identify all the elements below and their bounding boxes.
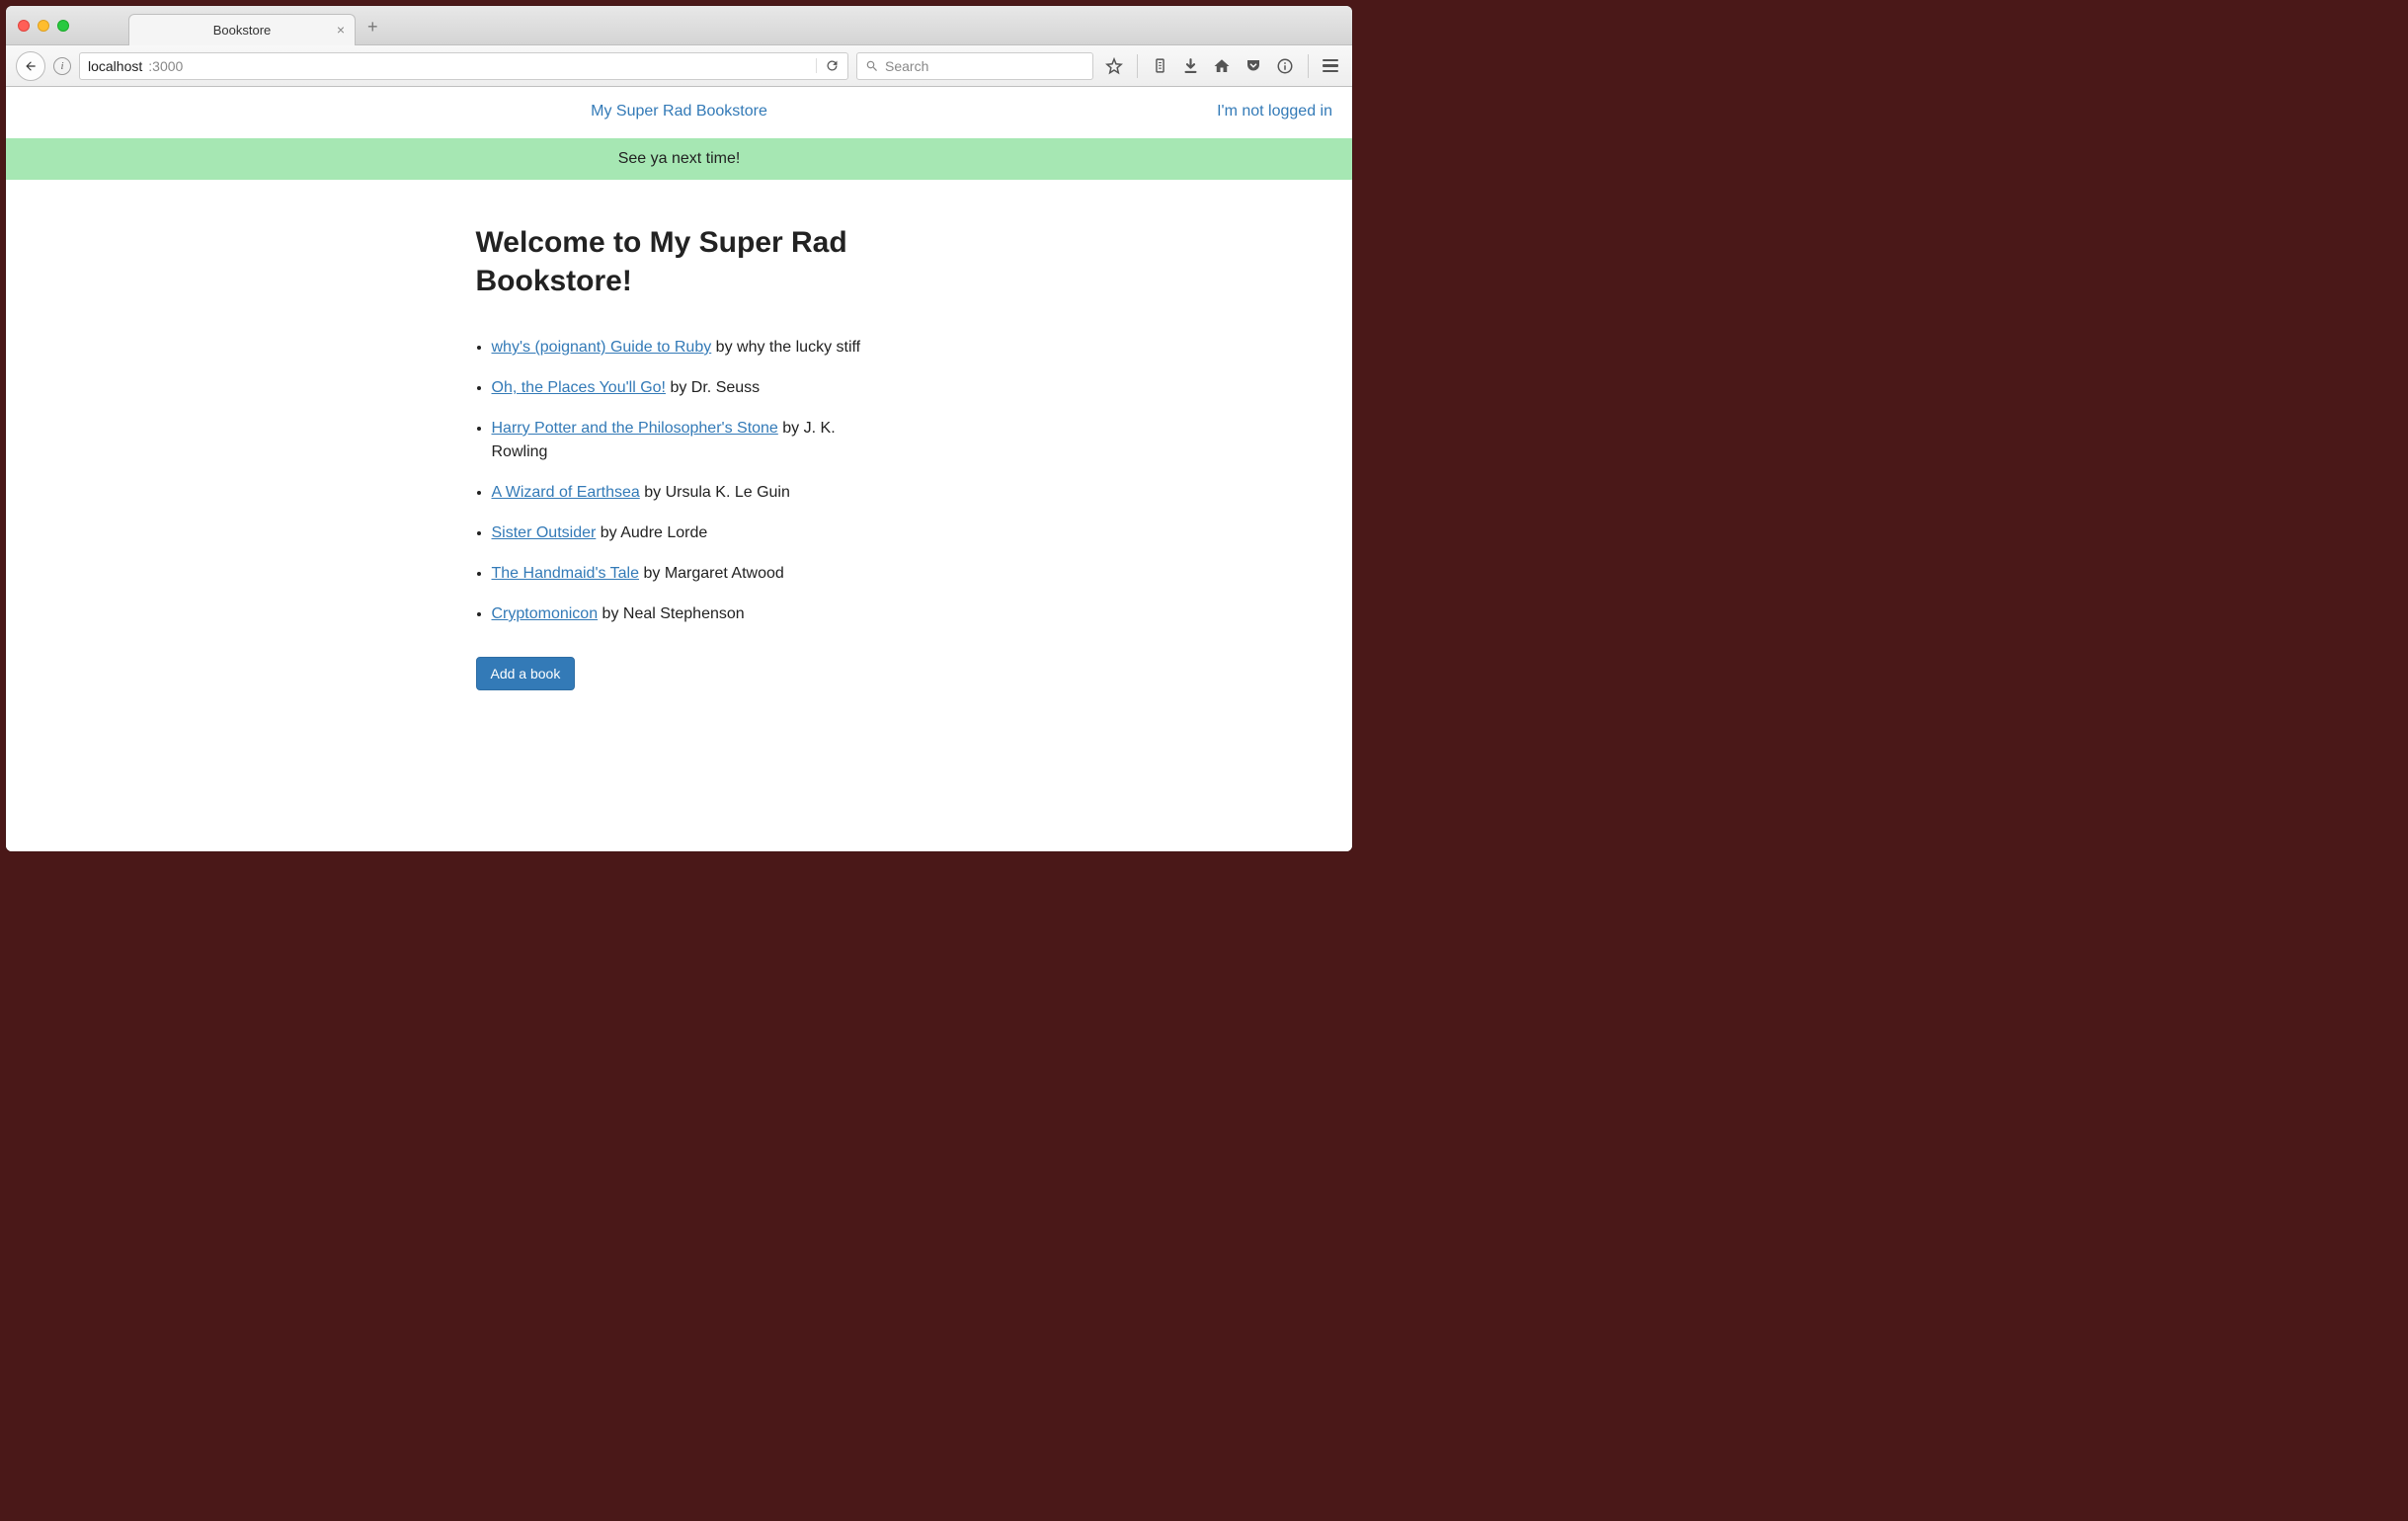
new-tab-button[interactable]: +: [367, 17, 378, 38]
brand-link[interactable]: My Super Rad Bookstore: [591, 103, 767, 120]
list-item: Sister Outsider by Audre Lorde: [492, 521, 883, 545]
book-author: Audre Lorde: [620, 524, 707, 541]
book-list: why's (poignant) Guide to Ruby by why th…: [476, 336, 883, 626]
close-tab-icon[interactable]: ×: [337, 22, 345, 38]
toolbar-actions: [1101, 54, 1342, 78]
list-item: Cryptomonicon by Neal Stephenson: [492, 602, 883, 626]
main-container: Welcome to My Super Rad Bookstore! why's…: [474, 223, 885, 690]
flash-message: See ya next time!: [6, 138, 1352, 180]
list-item: Oh, the Places You'll Go! by Dr. Seuss: [492, 376, 883, 400]
back-arrow-icon: [24, 59, 38, 73]
search-icon: [865, 59, 879, 73]
toolbar-divider: [1308, 54, 1309, 78]
search-placeholder: Search: [885, 58, 928, 74]
back-button[interactable]: [16, 51, 45, 81]
pocket-icon[interactable]: [1244, 57, 1262, 75]
by-label: by: [666, 379, 691, 396]
browser-tab[interactable]: Bookstore ×: [128, 14, 356, 45]
by-label: by: [778, 420, 804, 437]
book-title-link[interactable]: why's (poignant) Guide to Ruby: [492, 339, 712, 356]
maximize-window-button[interactable]: [57, 20, 69, 32]
menu-button[interactable]: [1323, 59, 1338, 73]
book-title-link[interactable]: The Handmaid's Tale: [492, 565, 640, 582]
url-port: :3000: [148, 58, 183, 74]
book-title-link[interactable]: Oh, the Places You'll Go!: [492, 379, 667, 396]
url-host: localhost: [88, 58, 142, 74]
download-icon[interactable]: [1182, 57, 1199, 74]
home-icon[interactable]: [1213, 57, 1231, 75]
by-label: by: [639, 565, 665, 582]
page-title: Welcome to My Super Rad Bookstore!: [476, 223, 883, 300]
titlebar: Bookstore × +: [6, 6, 1352, 45]
book-title-link[interactable]: A Wizard of Earthsea: [492, 484, 640, 501]
book-author: Margaret Atwood: [665, 565, 784, 582]
minimize-window-button[interactable]: [38, 20, 49, 32]
clipboard-icon[interactable]: [1152, 57, 1168, 74]
site-info-icon[interactable]: i: [53, 57, 71, 75]
site-nav: My Super Rad Bookstore I'm not logged in: [6, 87, 1352, 138]
tab-title: Bookstore: [213, 23, 272, 38]
book-author: Neal Stephenson: [623, 605, 745, 622]
book-title-link[interactable]: Cryptomonicon: [492, 605, 599, 622]
by-label: by: [598, 605, 623, 622]
search-field[interactable]: Search: [856, 52, 1093, 80]
book-author: Dr. Seuss: [691, 379, 760, 396]
browser-window: Bookstore × + i localhost :3000 Search: [6, 6, 1352, 851]
list-item: A Wizard of Earthsea by Ursula K. Le Gui…: [492, 481, 883, 505]
url-field[interactable]: localhost :3000: [79, 52, 848, 80]
book-author: Ursula K. Le Guin: [666, 484, 790, 501]
by-label: by: [596, 524, 620, 541]
close-window-button[interactable]: [18, 20, 30, 32]
by-label: by: [640, 484, 666, 501]
list-item: why's (poignant) Guide to Ruby by why th…: [492, 336, 883, 360]
info-icon[interactable]: [1276, 57, 1294, 75]
list-item: Harry Potter and the Philosopher's Stone…: [492, 417, 883, 464]
book-title-link[interactable]: Harry Potter and the Philosopher's Stone: [492, 420, 778, 437]
reload-icon: [825, 58, 840, 73]
book-author: why the lucky stiff: [737, 339, 860, 356]
book-title-link[interactable]: Sister Outsider: [492, 524, 597, 541]
add-book-button[interactable]: Add a book: [476, 657, 576, 690]
toolbar-divider: [1137, 54, 1138, 78]
url-toolbar: i localhost :3000 Search: [6, 45, 1352, 87]
list-item: The Handmaid's Tale by Margaret Atwood: [492, 562, 883, 586]
reload-button[interactable]: [816, 58, 840, 73]
page-content: My Super Rad Bookstore I'm not logged in…: [6, 87, 1352, 851]
login-status-link[interactable]: I'm not logged in: [1217, 103, 1332, 120]
window-controls: [18, 20, 69, 32]
by-label: by: [711, 339, 737, 356]
bookmark-star-icon[interactable]: [1105, 57, 1123, 75]
